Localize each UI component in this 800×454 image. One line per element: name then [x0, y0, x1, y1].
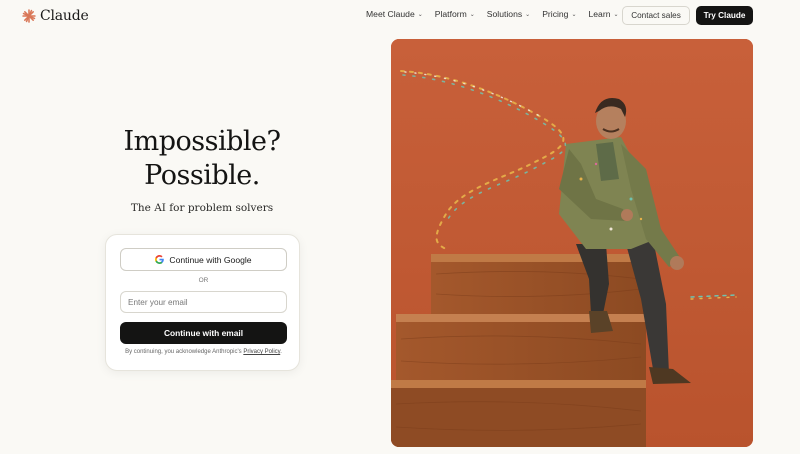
site-header: Claude Meet Claude ⌄ Platform ⌄ Solution…	[0, 0, 800, 32]
nav-item-learn[interactable]: Learn ⌄	[589, 9, 619, 19]
try-claude-button[interactable]: Try Claude	[696, 6, 753, 25]
contact-sales-button[interactable]: Contact sales	[622, 6, 690, 25]
hero-illustration	[391, 39, 753, 447]
consent-text: By continuing, you acknowledge Anthropic…	[106, 349, 301, 355]
hero-image	[391, 39, 753, 447]
nav-item-platform[interactable]: Platform ⌄	[435, 9, 475, 19]
continue-with-google-button[interactable]: Continue with Google	[120, 248, 287, 271]
google-button-label: Continue with Google	[169, 254, 252, 265]
main-nav: Meet Claude ⌄ Platform ⌄ Solutions ⌄ Pri…	[366, 9, 619, 19]
email-input[interactable]	[120, 291, 287, 313]
chevron-down-icon: ⌄	[469, 12, 475, 18]
privacy-policy-link[interactable]: Privacy Policy	[243, 349, 280, 355]
nav-item-label: Pricing	[542, 9, 569, 19]
consent-end: .	[280, 349, 282, 355]
nav-item-label: Meet Claude	[366, 9, 415, 19]
headline-line-1: Impossible?	[123, 126, 281, 157]
headline-line-2: Possible.	[144, 160, 260, 191]
nav-item-pricing[interactable]: Pricing ⌄	[542, 9, 576, 19]
brand-name: Claude	[40, 8, 89, 24]
or-divider: OR	[198, 277, 209, 284]
google-icon	[155, 255, 165, 264]
nav-item-label: Learn	[588, 9, 611, 19]
nav-item-solutions[interactable]: Solutions ⌄	[487, 9, 530, 19]
claude-logo[interactable]: Claude	[22, 7, 89, 25]
claude-starburst-icon	[22, 9, 36, 23]
chevron-down-icon: ⌄	[417, 12, 423, 18]
nav-item-label: Solutions	[486, 9, 523, 19]
chevron-down-icon: ⌄	[525, 12, 531, 18]
hero-tagline: The AI for problem solvers	[130, 202, 274, 214]
chevron-down-icon: ⌄	[571, 12, 577, 18]
chevron-down-icon: ⌄	[613, 12, 619, 18]
nav-item-meet-claude[interactable]: Meet Claude ⌄	[366, 9, 423, 19]
signup-card: Continue with Google OR Continue with em…	[105, 234, 300, 371]
hero-headline: Impossible? Possible.	[100, 125, 304, 193]
continue-with-email-button[interactable]: Continue with email	[120, 322, 287, 344]
nav-item-label: Platform	[434, 9, 467, 19]
consent-prefix: By continuing, you acknowledge Anthropic…	[125, 349, 242, 355]
